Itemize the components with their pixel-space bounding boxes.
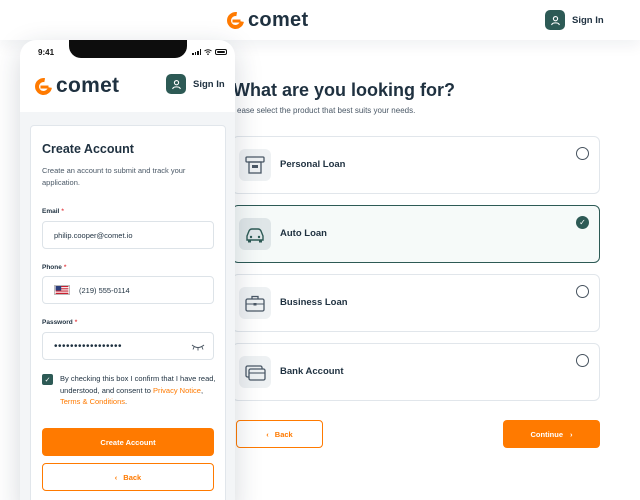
briefcase-icon bbox=[239, 287, 271, 319]
signal-icon bbox=[192, 49, 201, 55]
phone-body: Create Account Create an account to subm… bbox=[20, 112, 235, 500]
wifi-icon bbox=[204, 49, 212, 55]
option-radio[interactable] bbox=[576, 147, 589, 160]
privacy-notice-link[interactable]: Privacy Notice bbox=[153, 386, 201, 395]
status-icons bbox=[192, 49, 227, 55]
form-description: Create an account to submit and track yo… bbox=[42, 166, 186, 187]
us-flag-icon[interactable] bbox=[54, 285, 70, 295]
signin-label: Sign In bbox=[193, 78, 225, 90]
comet-logo-mark-icon bbox=[223, 8, 248, 33]
phone-notch bbox=[69, 40, 187, 58]
continue-button[interactable]: Continue › bbox=[503, 420, 600, 448]
phone-back-button[interactable]: ‹ Back bbox=[42, 463, 214, 491]
eye-closed-icon[interactable] bbox=[191, 343, 205, 351]
option-auto-loan[interactable]: Auto Loan ✓ bbox=[232, 205, 600, 263]
create-account-label: Create Account bbox=[100, 437, 156, 447]
create-account-button[interactable]: Create Account bbox=[42, 428, 214, 456]
comet-logo-mark-icon bbox=[31, 74, 56, 98]
phone-signin-button[interactable]: Sign In bbox=[166, 74, 225, 94]
password-field[interactable]: ••••••••••••••••• bbox=[42, 332, 214, 360]
consent-text: By checking this box I confirm that I ha… bbox=[60, 374, 216, 406]
signin-label: Sign In bbox=[572, 14, 604, 26]
option-business-loan[interactable]: Business Loan bbox=[232, 274, 600, 332]
email-field[interactable]: philip.cooper@comet.io bbox=[42, 221, 214, 249]
desktop-header: comet Sign In bbox=[0, 0, 640, 40]
comet-logo[interactable]: comet bbox=[223, 8, 309, 33]
password-value: ••••••••••••••••• bbox=[54, 340, 123, 352]
comet-logo-wordmark: comet bbox=[56, 74, 120, 97]
phone-header: comet Sign In bbox=[20, 62, 235, 112]
continue-label: Continue bbox=[530, 429, 564, 439]
back-label: Back bbox=[123, 472, 142, 482]
desktop-signin-button[interactable]: Sign In bbox=[545, 10, 604, 30]
option-personal-loan[interactable]: Personal Loan bbox=[232, 136, 600, 194]
page-subtitle: ease select the product that best suits … bbox=[237, 106, 416, 115]
option-label: Personal Loan bbox=[280, 159, 346, 170]
phone-field[interactable]: (219) 555-0114 bbox=[42, 276, 214, 304]
option-label: Business Loan bbox=[280, 297, 348, 308]
phone-frame: 9:41 comet Sign In Create Account Create… bbox=[20, 40, 235, 500]
chevron-left-icon: ‹ bbox=[114, 472, 118, 482]
chevron-right-icon: › bbox=[570, 429, 573, 439]
battery-icon bbox=[215, 49, 227, 55]
option-bank-account[interactable]: Bank Account bbox=[232, 343, 600, 401]
email-label: Email * bbox=[42, 208, 64, 215]
user-icon bbox=[166, 74, 186, 94]
personal-loan-icon bbox=[239, 149, 271, 181]
chevron-left-icon: ‹ bbox=[266, 429, 269, 439]
comet-logo[interactable]: comet bbox=[31, 74, 120, 98]
form-title: Create Account bbox=[42, 142, 134, 156]
option-radio[interactable] bbox=[576, 354, 589, 367]
page-title: What are you looking for? bbox=[233, 80, 456, 100]
back-label: Back bbox=[274, 429, 293, 439]
user-icon bbox=[545, 10, 565, 30]
option-label: Bank Account bbox=[280, 366, 344, 377]
status-bar: 9:41 bbox=[20, 40, 235, 62]
create-account-card: Create Account Create an account to subm… bbox=[30, 125, 226, 500]
email-value: philip.cooper@comet.io bbox=[54, 230, 133, 240]
phone-value: (219) 555-0114 bbox=[79, 285, 130, 295]
wallet-icon bbox=[239, 356, 271, 388]
consent-checkbox[interactable]: ✓ bbox=[42, 374, 53, 385]
comet-logo-wordmark: comet bbox=[248, 9, 309, 31]
option-label: Auto Loan bbox=[280, 228, 327, 239]
desktop-back-button[interactable]: ‹ Back bbox=[236, 420, 323, 448]
status-time: 9:41 bbox=[38, 48, 55, 57]
phone-label: Phone * bbox=[42, 264, 67, 271]
car-icon bbox=[239, 218, 271, 250]
option-radio[interactable] bbox=[576, 285, 589, 298]
password-label: Password * bbox=[42, 319, 78, 326]
terms-link[interactable]: Terms & Conditions bbox=[60, 397, 125, 406]
check-icon[interactable]: ✓ bbox=[576, 216, 589, 229]
